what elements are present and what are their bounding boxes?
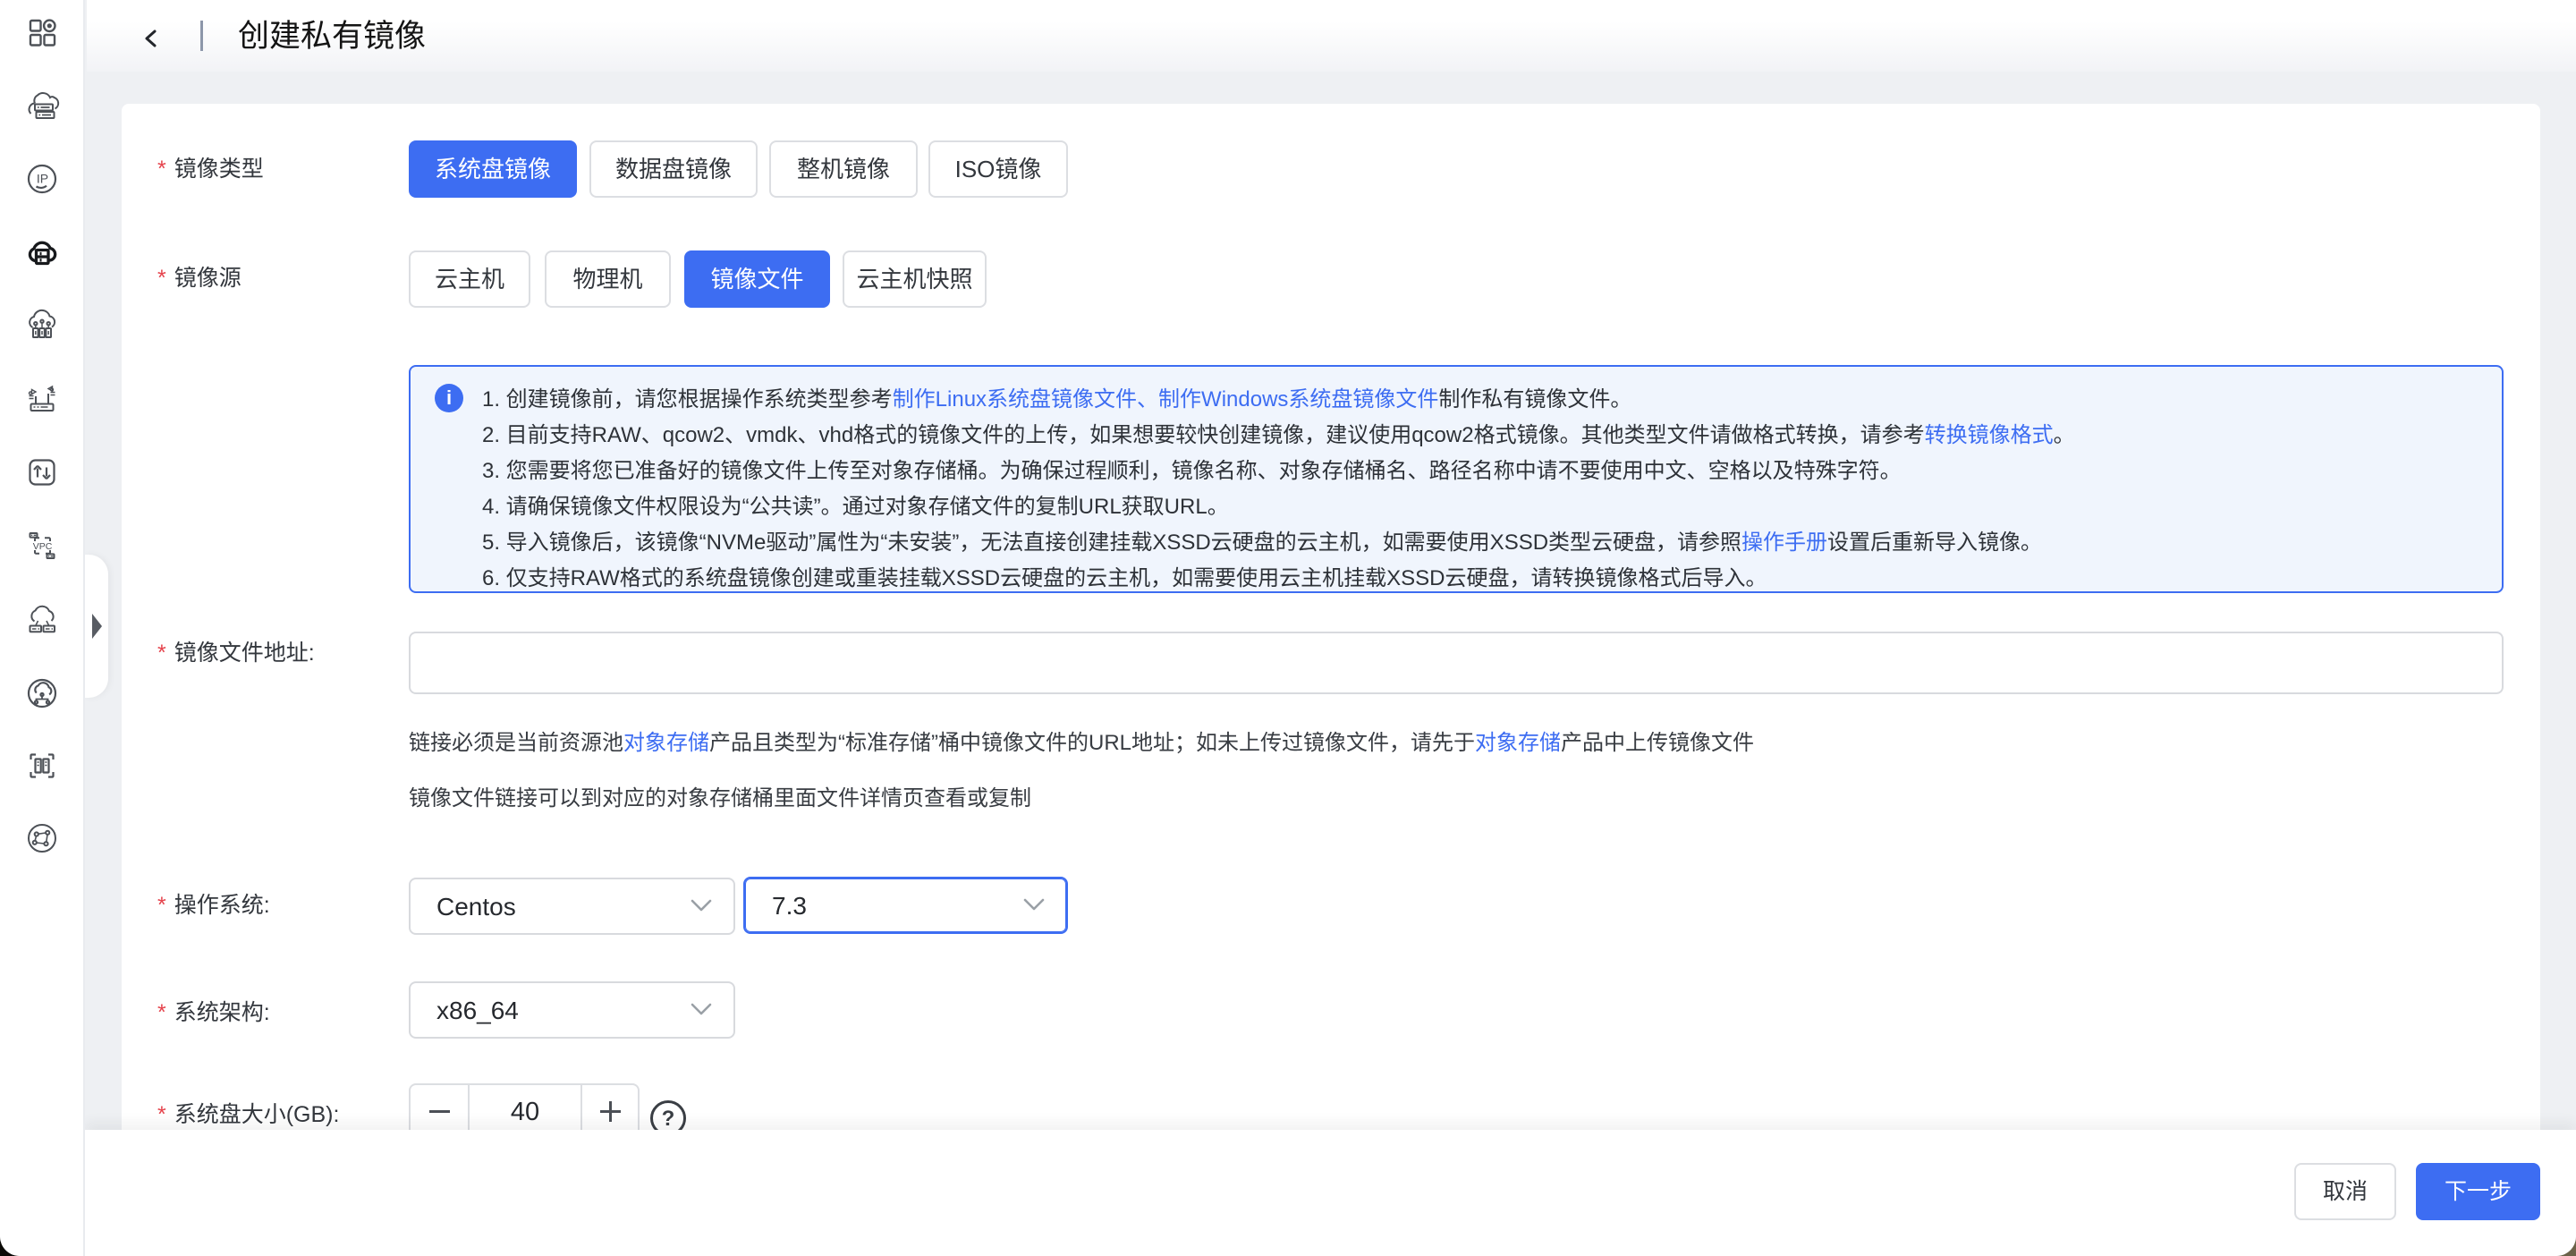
svg-text:IP: IP bbox=[37, 172, 48, 186]
svg-text:VPC: VPC bbox=[33, 541, 53, 552]
